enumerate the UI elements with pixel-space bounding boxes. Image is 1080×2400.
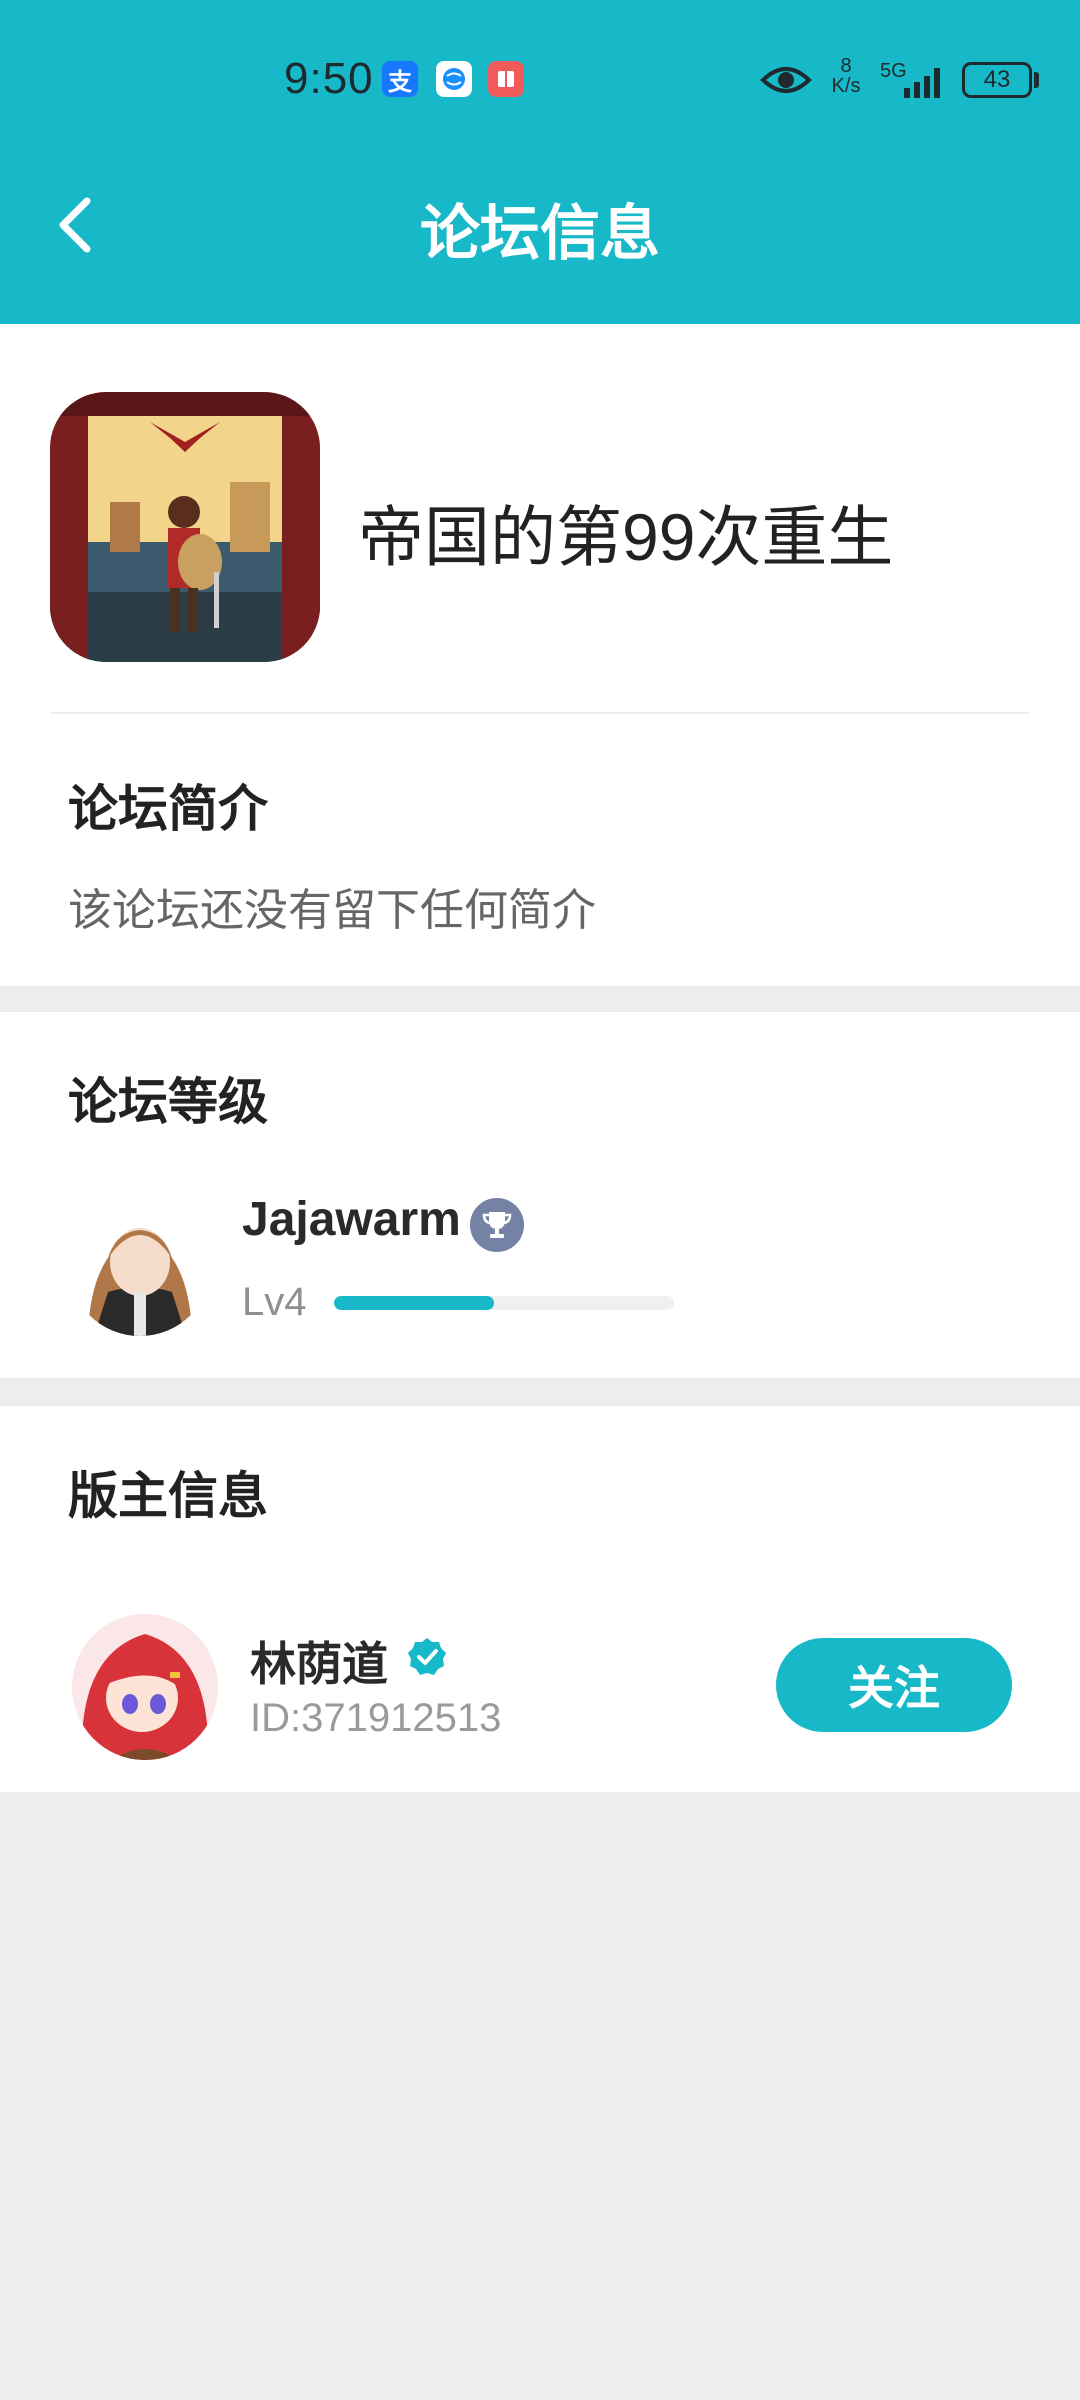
trophy-icon (470, 1198, 524, 1252)
forum-intro-title: 论坛简介 (68, 781, 268, 837)
level-label: Lv4 (242, 1280, 307, 1324)
divider (50, 712, 1030, 714)
user-avatar[interactable] (68, 1192, 212, 1336)
moderator-name: 林荫道 (250, 1638, 388, 1690)
status-bar: 9:50 支 8 K/s 5G 43 (0, 40, 1080, 120)
level-progress-bar (334, 1296, 674, 1310)
status-time: 9:50 (284, 54, 374, 103)
moderator-card: 版主信息 林荫道 ID:371912513 关注 (0, 1406, 1080, 1792)
battery-tip (1034, 72, 1039, 88)
verified-check-icon (406, 1636, 448, 1678)
moderator-section-title: 版主信息 (68, 1468, 268, 1524)
forum-intro-text: 该论坛还没有留下任何简介 (68, 886, 596, 935)
globe-icon (436, 61, 472, 97)
forum-level-card: 论坛等级 Jajawarm Lv4 (0, 1012, 1080, 1378)
speed-unit: K/s (831, 75, 861, 97)
alipay-icon: 支 (382, 61, 418, 97)
book-icon (488, 61, 524, 97)
forum-level-title: 论坛等级 (68, 1074, 268, 1130)
eye-icon (760, 60, 812, 105)
forum-cover-image (50, 392, 320, 662)
page-title: 论坛信息 (420, 200, 660, 267)
level-progress-fill (334, 1296, 494, 1310)
user-name: Jajawarm (242, 1193, 461, 1246)
signal-icon (880, 64, 950, 105)
battery-indicator: 43 (962, 62, 1032, 98)
follow-button[interactable]: 关注 (776, 1638, 1012, 1732)
forum-info-card: 帝国的第99次重生 论坛简介 该论坛还没有留下任何简介 (0, 324, 1080, 986)
network-speed: 8 K/s (826, 56, 866, 96)
speed-value: 8 (840, 55, 852, 77)
app-header: 9:50 支 8 K/s 5G 43 论坛信息 (0, 0, 1080, 324)
forum-name: 帝国的第99次重生 (358, 500, 894, 574)
moderator-id: ID:371912513 (250, 1696, 502, 1740)
moderator-avatar[interactable] (72, 1614, 218, 1760)
